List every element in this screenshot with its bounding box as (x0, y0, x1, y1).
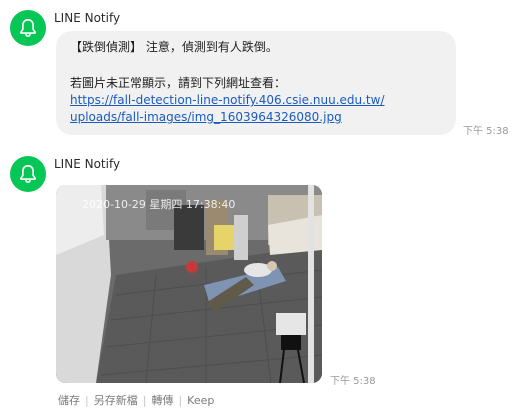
message-text-line: 【跌倒偵測】 注意，偵測到有人跌倒。 (70, 40, 278, 54)
action-divider: | (178, 393, 183, 407)
sender-name: LINE Notify (54, 157, 121, 171)
bell-icon (20, 18, 36, 37)
image-action-bar: 儲存 | 另存新檔 | 轉傳 | Keep (58, 392, 214, 408)
image-timestamp-overlay: 2020-10-29 星期四 17:38:40 (82, 198, 235, 211)
sender-avatar[interactable] (10, 10, 46, 46)
image-url-link[interactable]: uploads/fall-images/img_1603964326080.jp… (70, 110, 342, 124)
image-url-link[interactable]: https://fall-detection-line-notify.406.c… (70, 93, 385, 107)
message-text-line: 若圖片未正常顯示，請到下列網址查看： (70, 76, 287, 90)
sender-name: LINE Notify (54, 11, 121, 25)
keep-button[interactable]: Keep (187, 394, 214, 407)
message-time: 下午 5:38 (330, 376, 376, 387)
action-divider: | (142, 393, 147, 407)
save-button[interactable]: 儲存 (58, 392, 80, 408)
save-as-button[interactable]: 另存新檔 (94, 392, 138, 408)
sender-avatar[interactable] (10, 156, 46, 192)
message-time: 下午 5:38 (463, 126, 509, 137)
action-divider: | (85, 393, 89, 407)
bell-icon (20, 164, 36, 183)
message-bubble[interactable]: 【跌倒偵測】 注意，偵測到有人跌倒。 若圖片未正常顯示，請到下列網址查看： ht… (56, 31, 456, 135)
camera-snapshot: 2020-10-29 星期四 17:38:40 (56, 185, 322, 383)
forward-button[interactable]: 轉傳 (151, 392, 173, 408)
fall-detection-image[interactable]: 2020-10-29 星期四 17:38:40 (56, 185, 322, 383)
